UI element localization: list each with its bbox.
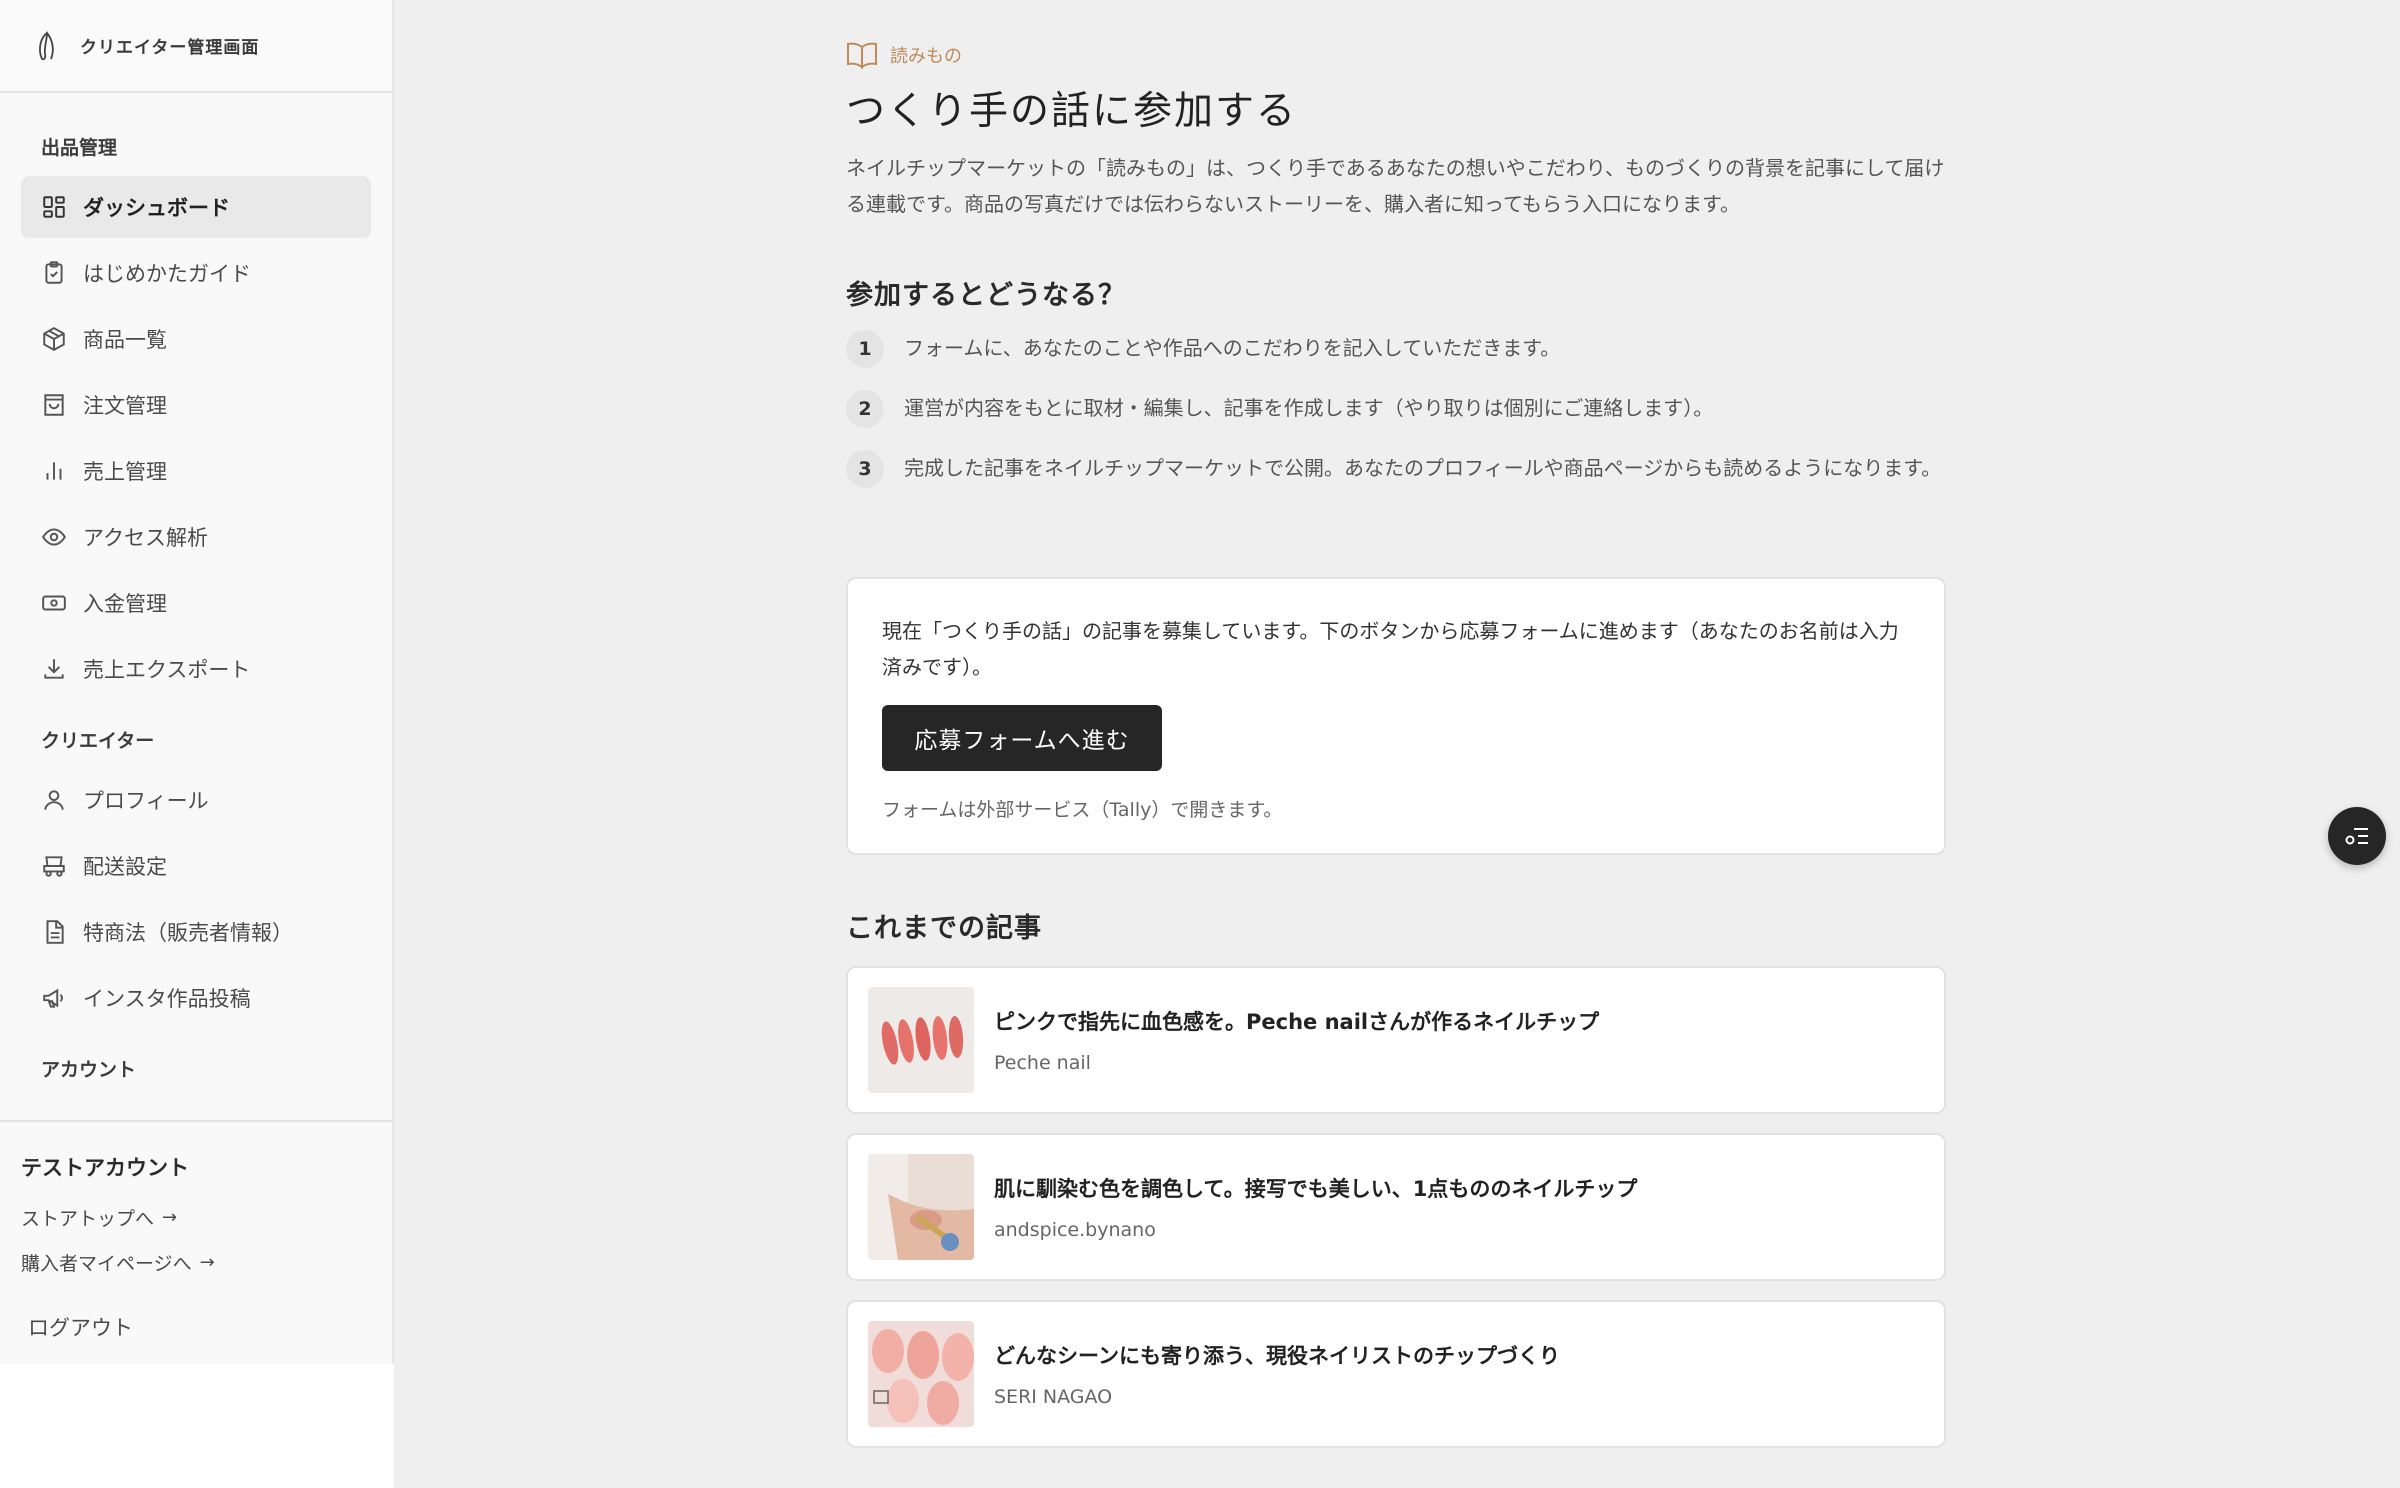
sidebar-nav: 出品管理 ダッシュボード はじめかたガイド 商品一覧 注文管理 売上管理 アクセ…	[0, 93, 392, 1120]
sidebar-item-label: 入金管理	[83, 592, 167, 616]
past-articles-title: これまでの記事	[846, 913, 1042, 944]
external-form-note: フォームは外部サービス（Tally）で開きます。	[882, 799, 1283, 821]
banknote-icon	[42, 595, 66, 611]
eyebrow-label: 読みもの	[890, 46, 962, 67]
step-number: 2	[846, 390, 884, 428]
step-number: 1	[846, 330, 884, 368]
sidebar-item-export[interactable]: 売上エクスポート	[21, 638, 371, 700]
sidebar-item-label: 売上管理	[83, 460, 167, 484]
steps-list: 1 フォームに、あなたのことや作品へのこだわりを記入していただきます。 2 運営…	[846, 330, 1946, 510]
article-card[interactable]: ピンクで指先に血色感を。Peche nailさんが作るネイルチップ Peche …	[846, 966, 1946, 1114]
sidebar-footer: テストアカウント ストアトップへ → 購入者マイページへ → ログアウト	[0, 1120, 392, 1364]
arrow-right-icon: →	[162, 1207, 178, 1228]
sidebar-item-label: アクセス解析	[83, 526, 208, 550]
sidebar-item-payouts[interactable]: 入金管理	[21, 572, 371, 634]
section-title-listing: 出品管理	[41, 137, 118, 159]
article-thumbnail	[868, 1321, 974, 1427]
app-title: クリエイター管理画面	[80, 38, 260, 58]
article-author: Peche nail	[994, 1052, 1091, 1074]
truck-icon	[43, 856, 65, 877]
sidebar: クリエイター管理画面 出品管理 ダッシュボード はじめかたガイド 商品一覧 注文…	[0, 0, 394, 1488]
sidebar-item-profile[interactable]: プロフィール	[21, 769, 371, 831]
article-title: ピンクで指先に血色感を。Peche nailさんが作るネイルチップ	[994, 1010, 1600, 1034]
step-number: 3	[846, 450, 884, 488]
sidebar-item-analytics[interactable]: アクセス解析	[21, 506, 371, 568]
step-text: 完成した記事をネイルチップマーケットで公開。あなたのプロフィールや商品ページから…	[904, 456, 1942, 480]
buyer-page-link[interactable]: 購入者マイページへ →	[21, 1249, 371, 1276]
step-item: 2 運営が内容をもとに取材・編集し、記事を作成します（やり取りは個別にご連絡しま…	[846, 390, 1946, 428]
article-info: 肌に馴染む色を調色して。接写でも美しい、1点もののネイルチップ andspice…	[994, 1173, 1637, 1241]
dashboard-icon	[43, 196, 65, 218]
open-book-icon	[847, 42, 877, 69]
article-card[interactable]: どんなシーンにも寄り添う、現役ネイリストのチップづくり SERI NAGAO	[846, 1300, 1946, 1448]
application-card-text: 現在「つくり手の話」の記事を募集しています。下のボタンから応募フォームに進めます…	[882, 619, 1899, 679]
sidebar-item-sales[interactable]: 売上管理	[21, 440, 371, 502]
eyebrow: 読みもの	[846, 40, 962, 70]
page-title: つくり手の話に参加する	[846, 89, 1298, 134]
article-info: どんなシーンにも寄り添う、現役ネイリストのチップづくり SERI NAGAO	[994, 1340, 1560, 1408]
account-name: テストアカウント	[21, 1156, 189, 1180]
article-thumbnail	[868, 1154, 974, 1260]
step-item: 1 フォームに、あなたのことや作品へのこだわりを記入していただきます。	[846, 330, 1946, 368]
sidebar-item-dashboard[interactable]: ダッシュボード	[21, 176, 371, 238]
step-text: フォームに、あなたのことや作品へのこだわりを記入していただきます。	[904, 336, 1561, 360]
sidebar-item-label: ダッシュボード	[83, 196, 230, 220]
buyer-page-label: 購入者マイページへ	[21, 1253, 192, 1275]
sidebar-item-label: インスタ作品投稿	[83, 987, 251, 1011]
apply-form-button[interactable]: 応募フォームへ進む	[882, 705, 1162, 771]
section-title-creator: クリエイター	[41, 730, 155, 752]
article-author: SERI NAGAO	[994, 1386, 1113, 1408]
store-top-link[interactable]: ストアトップへ →	[21, 1204, 371, 1231]
how-it-works-title: 参加するとどうなる？	[846, 280, 1126, 311]
clipboard-icon	[45, 261, 63, 284]
article-card[interactable]: 肌に馴染む色を調色して。接写でも美しい、1点もののネイルチップ andspice…	[846, 1133, 1946, 1281]
sidebar-item-instagram-post[interactable]: インスタ作品投稿	[21, 967, 371, 1029]
sidebar-item-guide[interactable]: はじめかたガイド	[21, 242, 371, 304]
box-icon	[43, 327, 65, 351]
step-item: 3 完成した記事をネイルチップマーケットで公開。あなたのプロフィールや商品ページ…	[846, 450, 1946, 488]
sidebar-item-label: はじめかたガイド	[83, 262, 251, 286]
bar-chart-icon	[46, 462, 62, 480]
shopping-bag-icon	[44, 394, 64, 416]
sidebar-item-label: 注文管理	[83, 394, 167, 418]
sidebar-item-label: 配送設定	[83, 855, 167, 879]
article-title: どんなシーンにも寄り添う、現役ネイリストのチップづくり	[994, 1344, 1560, 1368]
store-top-label: ストアトップへ	[21, 1208, 155, 1230]
arrow-right-icon: →	[199, 1252, 215, 1273]
download-icon	[44, 659, 64, 679]
document-icon	[46, 920, 64, 944]
section-title-account: アカウント	[41, 1059, 137, 1081]
sidebar-bottom-blank	[0, 1364, 394, 1488]
sidebar-item-products[interactable]: 商品一覧	[21, 308, 371, 370]
eye-icon	[42, 528, 66, 546]
intro-text: ネイルチップマーケットの「読みもの」は、つくり手であるあなたの想いやこだわり、も…	[846, 156, 1945, 216]
article-author: andspice.bynano	[994, 1219, 1156, 1241]
logout-button[interactable]: ログアウト	[28, 1312, 371, 1342]
sidebar-item-legal[interactable]: 特商法（販売者情報）	[21, 901, 371, 963]
user-icon	[44, 790, 64, 810]
sidebar-item-label: プロフィール	[83, 789, 209, 813]
article-title: 肌に馴染む色を調色して。接写でも美しい、1点もののネイルチップ	[994, 1177, 1638, 1201]
article-info: ピンクで指先に血色感を。Peche nailさんが作るネイルチップ Peche …	[994, 1006, 1599, 1074]
megaphone-icon	[43, 988, 63, 1008]
list-settings-icon	[2345, 828, 2368, 845]
sidebar-item-label: 特商法（販売者情報）	[83, 921, 293, 945]
sidebar-item-label: 商品一覧	[83, 328, 167, 352]
step-text: 運営が内容をもとに取材・編集し、記事を作成します（やり取りは個別にご連絡します）…	[904, 396, 1714, 420]
sidebar-item-label: 売上エクスポート	[83, 658, 251, 682]
brand-logo-icon	[39, 30, 54, 60]
application-card: 現在「つくり手の話」の記事を募集しています。下のボタンから応募フォームに進めます…	[846, 577, 1946, 855]
article-thumbnail	[868, 987, 974, 1093]
sidebar-item-orders[interactable]: 注文管理	[21, 374, 371, 436]
sidebar-header: クリエイター管理画面	[0, 0, 392, 93]
floating-menu-button[interactable]	[2328, 807, 2386, 865]
sidebar-item-shipping[interactable]: 配送設定	[21, 835, 371, 897]
